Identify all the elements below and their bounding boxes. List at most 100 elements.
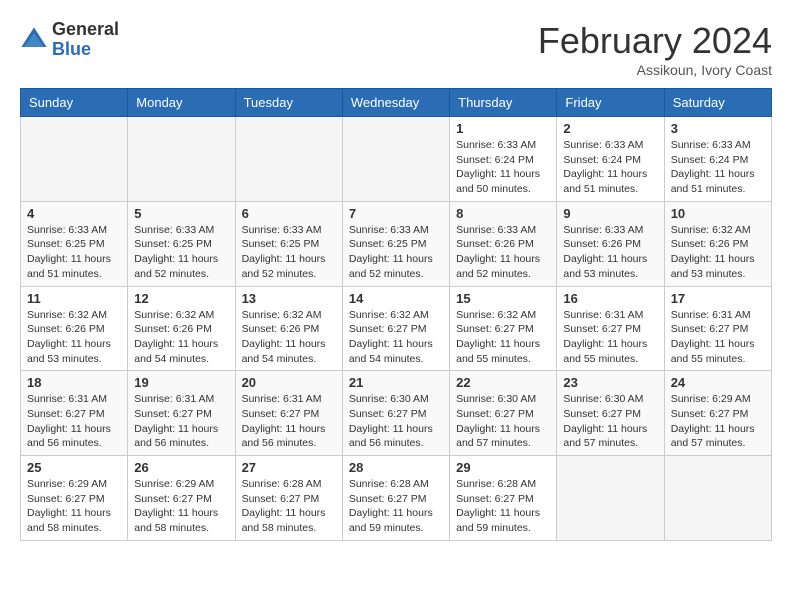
day-number: 28 [349,460,443,475]
table-row: 24Sunrise: 6:29 AMSunset: 6:27 PMDayligh… [664,371,771,456]
day-number: 3 [671,121,765,136]
table-row: 11Sunrise: 6:32 AMSunset: 6:26 PMDayligh… [21,286,128,371]
day-number: 29 [456,460,550,475]
table-row: 23 Sunrise: 6:30 AMSunset: 6:27 PMDayligh… [557,371,664,456]
day-info: Sunrise: 6:29 AMSunset: 6:27 PMDaylight:… [27,477,121,536]
header-saturday: Saturday [664,89,771,117]
day-number: 20 [242,375,336,390]
day-info: Sunrise: 6:32 AMSunset: 6:26 PMDaylight:… [27,308,121,367]
table-row: 27 Sunrise: 6:28 AMSunset: 6:27 PMDayligh… [235,456,342,541]
day-info: Sunrise: 6:33 AMSunset: 6:24 PMDaylight:… [671,138,765,197]
header-monday: Monday [128,89,235,117]
table-row: 14Sunrise: 6:32 AMSunset: 6:27 PMDayligh… [342,286,449,371]
day-number: 27 [242,460,336,475]
table-row [557,456,664,541]
table-row: 1 Sunrise: 6:33 AMSunset: 6:24 PMDaylight… [450,117,557,202]
calendar-week-row: 11Sunrise: 6:32 AMSunset: 6:26 PMDayligh… [21,286,772,371]
day-number: 2 [563,121,657,136]
day-info: Sunrise: 6:32 AMSunset: 6:27 PMDaylight:… [456,308,550,367]
day-info: Sunrise: 6:32 AMSunset: 6:26 PMDaylight:… [134,308,228,367]
calendar-week-row: 4Sunrise: 6:33 AMSunset: 6:25 PMDaylight… [21,201,772,286]
calendar-table: Sunday Monday Tuesday Wednesday Thursday… [20,88,772,541]
table-row [235,117,342,202]
table-row: 18 Sunrise: 6:31 AMSunset: 6:27 PMDayligh… [21,371,128,456]
table-row: 21 Sunrise: 6:30 AMSunset: 6:27 PMDayligh… [342,371,449,456]
day-number: 23 [563,375,657,390]
day-info: Sunrise: 6:31 AMSunset: 6:27 PMDaylight:… [563,308,657,367]
table-row [128,117,235,202]
table-row: 12Sunrise: 6:32 AMSunset: 6:26 PMDayligh… [128,286,235,371]
header-wednesday: Wednesday [342,89,449,117]
day-info: Sunrise: 6:31 AMSunset: 6:27 PMDaylight:… [134,392,228,451]
table-row: 8Sunrise: 6:33 AMSunset: 6:26 PMDaylight… [450,201,557,286]
header: General Blue February 2024 Assikoun, Ivo… [20,20,772,78]
day-number: 14 [349,291,443,306]
day-info: Sunrise: 6:33 AMSunset: 6:24 PMDaylight:… [563,138,657,197]
day-number: 13 [242,291,336,306]
logo-general: General [52,19,119,39]
day-info: Sunrise: 6:33 AMSunset: 6:25 PMDaylight:… [27,223,121,282]
day-number: 19 [134,375,228,390]
logo-blue: Blue [52,39,91,59]
day-number: 1 [456,121,550,136]
table-row: 28 Sunrise: 6:28 AMSunset: 6:27 PMDayligh… [342,456,449,541]
table-row: 29Sunrise: 6:28 AMSunset: 6:27 PMDayligh… [450,456,557,541]
day-number: 8 [456,206,550,221]
day-info: Sunrise: 6:33 AMSunset: 6:24 PMDaylight:… [456,138,550,197]
generalblue-logo-icon [20,26,48,54]
table-row: 16 Sunrise: 6:31 AMSunset: 6:27 PMDayligh… [557,286,664,371]
table-row: 10 Sunrise: 6:32 AMSunset: 6:26 PMDayligh… [664,201,771,286]
day-number: 22 [456,375,550,390]
day-number: 6 [242,206,336,221]
day-number: 21 [349,375,443,390]
table-row: 17Sunrise: 6:31 AMSunset: 6:27 PMDayligh… [664,286,771,371]
table-row: 2 Sunrise: 6:33 AMSunset: 6:24 PMDaylight… [557,117,664,202]
day-number: 26 [134,460,228,475]
day-info: Sunrise: 6:32 AMSunset: 6:26 PMDaylight:… [242,308,336,367]
table-row: 15 Sunrise: 6:32 AMSunset: 6:27 PMDayligh… [450,286,557,371]
day-info: Sunrise: 6:30 AMSunset: 6:27 PMDaylight:… [349,392,443,451]
day-info: Sunrise: 6:30 AMSunset: 6:27 PMDaylight:… [563,392,657,451]
day-number: 25 [27,460,121,475]
day-number: 7 [349,206,443,221]
table-row: 9 Sunrise: 6:33 AMSunset: 6:26 PMDaylight… [557,201,664,286]
month-title: February 2024 [538,20,772,62]
day-number: 5 [134,206,228,221]
location-subtitle: Assikoun, Ivory Coast [538,62,772,78]
table-row: 3 Sunrise: 6:33 AMSunset: 6:24 PMDaylight… [664,117,771,202]
table-row: 26 Sunrise: 6:29 AMSunset: 6:27 PMDayligh… [128,456,235,541]
header-thursday: Thursday [450,89,557,117]
logo: General Blue [20,20,119,60]
day-info: Sunrise: 6:33 AMSunset: 6:25 PMDaylight:… [134,223,228,282]
day-info: Sunrise: 6:29 AMSunset: 6:27 PMDaylight:… [671,392,765,451]
day-info: Sunrise: 6:30 AMSunset: 6:27 PMDaylight:… [456,392,550,451]
day-info: Sunrise: 6:33 AMSunset: 6:26 PMDaylight:… [563,223,657,282]
calendar-week-row: 25 Sunrise: 6:29 AMSunset: 6:27 PMDayligh… [21,456,772,541]
table-row: 4Sunrise: 6:33 AMSunset: 6:25 PMDaylight… [21,201,128,286]
day-info: Sunrise: 6:32 AMSunset: 6:26 PMDaylight:… [671,223,765,282]
day-number: 16 [563,291,657,306]
day-info: Sunrise: 6:33 AMSunset: 6:25 PMDaylight:… [242,223,336,282]
header-friday: Friday [557,89,664,117]
day-info: Sunrise: 6:31 AMSunset: 6:27 PMDaylight:… [27,392,121,451]
table-row: 20Sunrise: 6:31 AMSunset: 6:27 PMDayligh… [235,371,342,456]
day-info: Sunrise: 6:28 AMSunset: 6:27 PMDaylight:… [242,477,336,536]
day-info: Sunrise: 6:33 AMSunset: 6:25 PMDaylight:… [349,223,443,282]
table-row: 5 Sunrise: 6:33 AMSunset: 6:25 PMDaylight… [128,201,235,286]
table-row: 25 Sunrise: 6:29 AMSunset: 6:27 PMDayligh… [21,456,128,541]
table-row: 7 Sunrise: 6:33 AMSunset: 6:25 PMDaylight… [342,201,449,286]
table-row: 19 Sunrise: 6:31 AMSunset: 6:27 PMDayligh… [128,371,235,456]
day-info: Sunrise: 6:28 AMSunset: 6:27 PMDaylight:… [349,477,443,536]
day-number: 18 [27,375,121,390]
logo-text: General Blue [52,20,119,60]
header-sunday: Sunday [21,89,128,117]
calendar-week-row: 1 Sunrise: 6:33 AMSunset: 6:24 PMDaylight… [21,117,772,202]
table-row: 13 Sunrise: 6:32 AMSunset: 6:26 PMDayligh… [235,286,342,371]
day-number: 15 [456,291,550,306]
day-number: 10 [671,206,765,221]
day-info: Sunrise: 6:29 AMSunset: 6:27 PMDaylight:… [134,477,228,536]
title-area: February 2024 Assikoun, Ivory Coast [538,20,772,78]
table-row [342,117,449,202]
day-number: 9 [563,206,657,221]
header-tuesday: Tuesday [235,89,342,117]
